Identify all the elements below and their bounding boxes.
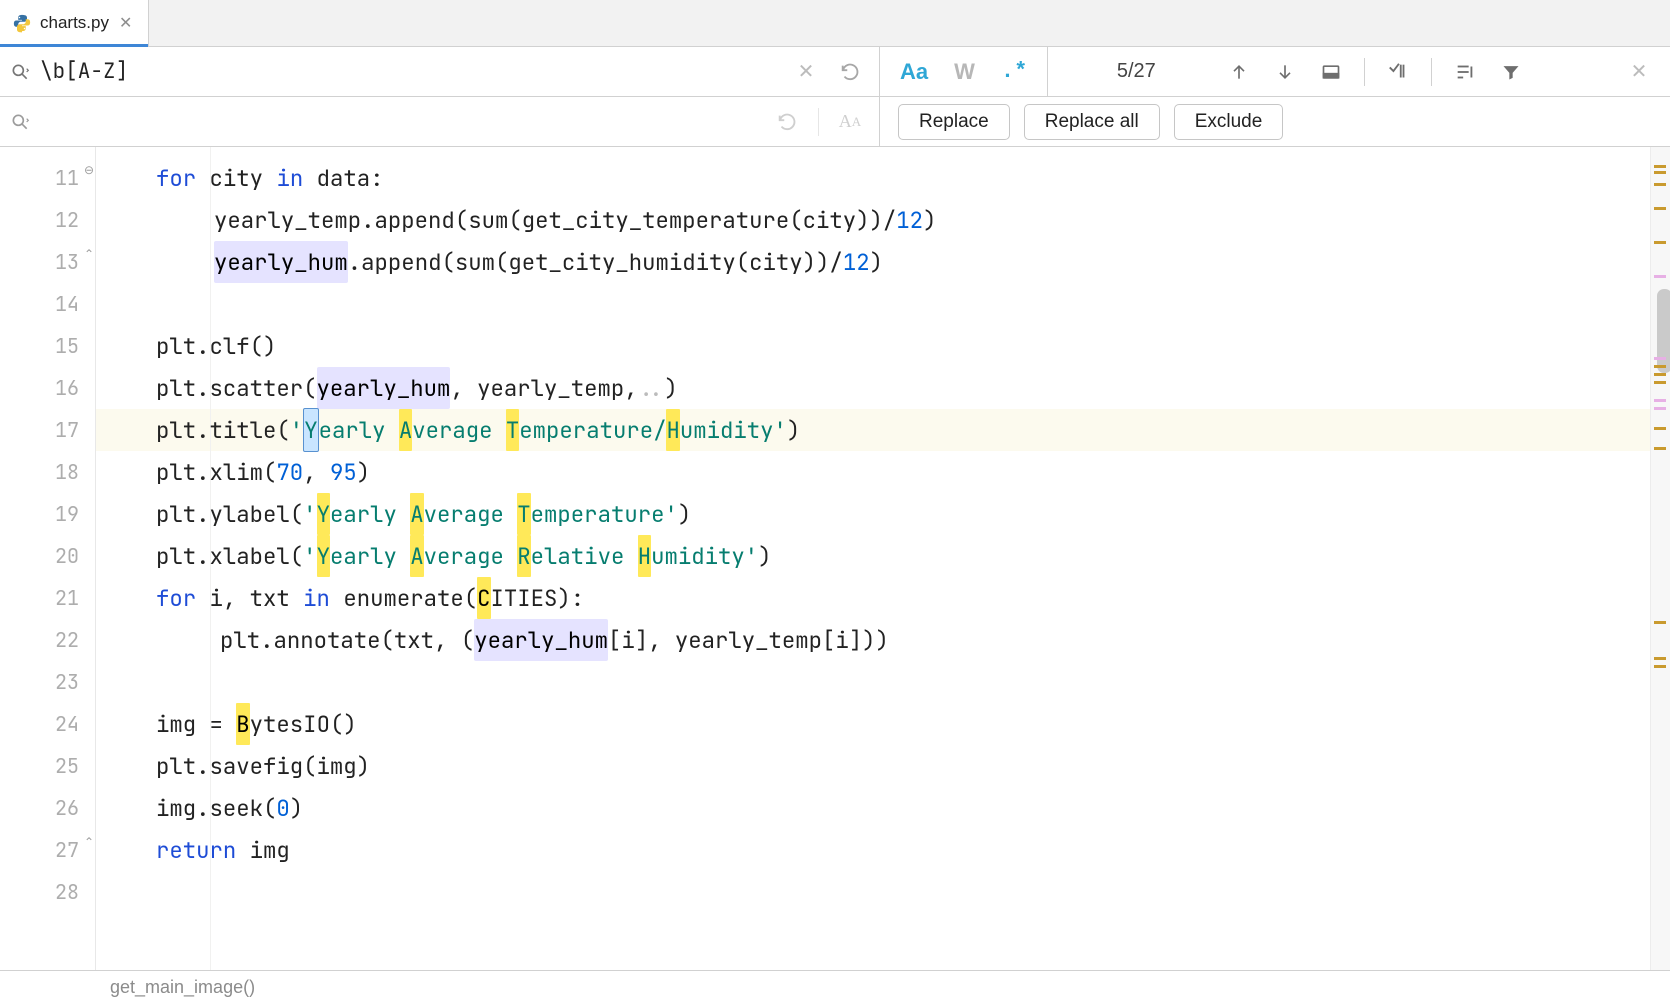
line-number: 23	[55, 661, 79, 703]
code-line[interactable]: plt.annotate(txt, (yearly_hum[i], yearly…	[96, 619, 1650, 661]
line-number: 18	[55, 451, 79, 493]
replace-button[interactable]: Replace	[898, 104, 1010, 140]
replace-input[interactable]	[40, 108, 758, 135]
replace-all-button[interactable]: Replace all	[1024, 104, 1160, 140]
toggle-whole-words[interactable]: W	[954, 59, 975, 85]
line-number: 25	[55, 745, 79, 787]
code-line[interactable]: plt.ylabel('Yearly Average Temperature')	[96, 493, 1650, 535]
line-number: 16	[55, 367, 79, 409]
gutter: 11 12 13 14 15 16 17 18 19 20 21 22 23 2…	[0, 147, 96, 970]
next-match-icon[interactable]	[1272, 59, 1298, 85]
find-input-container: ✕	[0, 47, 880, 96]
line-number: 28	[55, 871, 79, 913]
line-number: 27	[55, 829, 79, 871]
search-history-icon[interactable]	[837, 59, 863, 85]
marker-strip[interactable]	[1650, 147, 1670, 970]
prev-match-icon[interactable]	[1226, 59, 1252, 85]
show-options-icon[interactable]	[1452, 59, 1478, 85]
open-in-window-icon[interactable]	[1318, 59, 1344, 85]
exclude-button[interactable]: Exclude	[1174, 104, 1284, 140]
line-number: 22	[55, 619, 79, 661]
separator	[818, 108, 819, 136]
filter-icon[interactable]	[1498, 59, 1524, 85]
code-line[interactable]: return img	[96, 829, 1650, 871]
fold-close-icon[interactable]: ⌃	[84, 835, 94, 849]
tab-bar: charts.py ✕	[0, 0, 1670, 47]
status-bar: get_main_image()	[0, 970, 1670, 1004]
line-number: 11	[55, 157, 79, 199]
code-line[interactable]: yearly_hum.append(sum(get_city_humidity(…	[96, 241, 1650, 283]
find-input[interactable]	[40, 58, 777, 85]
code-line[interactable]: plt.title('Yearly Average Temperature/Hu…	[96, 409, 1650, 451]
close-icon[interactable]: ✕	[117, 13, 134, 33]
line-number: 21	[55, 577, 79, 619]
code-line[interactable]: plt.savefig(img)	[96, 745, 1650, 787]
line-number: 26	[55, 787, 79, 829]
find-toggles: Aa W .*	[880, 47, 1048, 96]
scrollbar-thumb[interactable]	[1657, 289, 1670, 373]
toggle-case-sensitive[interactable]: Aa	[900, 59, 928, 85]
line-number: 14	[55, 283, 79, 325]
line-number: 13	[55, 241, 79, 283]
toggle-regex[interactable]: .*	[1001, 59, 1027, 84]
replace-bar: AA Replace Replace all Exclude	[0, 97, 1670, 147]
line-number: 15	[55, 325, 79, 367]
close-find-icon[interactable]: ✕	[1626, 59, 1652, 85]
separator	[1431, 58, 1432, 86]
tab-label: charts.py	[40, 13, 109, 33]
code-line[interactable]: plt.scatter(yearly_hum, yearly_temp,..)	[96, 367, 1650, 409]
replace-history-icon[interactable]	[774, 109, 800, 135]
code-line[interactable]: plt.clf()	[96, 325, 1650, 367]
code-line[interactable]: img = BytesIO()	[96, 703, 1650, 745]
line-number: 12	[55, 199, 79, 241]
fold-open-icon[interactable]: ⊖	[84, 163, 94, 177]
line-number: 20	[55, 535, 79, 577]
clear-search-icon[interactable]: ✕	[793, 59, 819, 85]
separator	[1364, 58, 1365, 86]
code-line[interactable]: plt.xlabel('Yearly Average Relative Humi…	[96, 535, 1650, 577]
tab-charts[interactable]: charts.py ✕	[0, 0, 149, 46]
search-icon[interactable]	[0, 62, 40, 82]
find-bar: ✕ Aa W .* 5/27 ✕	[0, 47, 1670, 97]
code-line[interactable]: yearly_temp.append(sum(get_city_temperat…	[96, 199, 1650, 241]
editor: 11 12 13 14 15 16 17 18 19 20 21 22 23 2…	[0, 147, 1670, 970]
code-line[interactable]: for i, txt in enumerate(CITIES):	[96, 577, 1650, 619]
preserve-case-icon[interactable]: AA	[837, 109, 863, 135]
code-line[interactable]: plt.xlim(70, 95)	[96, 451, 1650, 493]
line-number: 17	[55, 409, 79, 451]
select-all-icon[interactable]	[1385, 59, 1411, 85]
python-file-icon	[12, 13, 32, 33]
code-line[interactable]: for city in data:	[96, 157, 1650, 199]
line-number: 19	[55, 493, 79, 535]
replace-search-icon[interactable]	[0, 112, 40, 132]
match-counter: 5/27	[1066, 60, 1206, 83]
line-number: 24	[55, 703, 79, 745]
fold-close-icon[interactable]: ⌃	[84, 247, 94, 261]
breadcrumb[interactable]: get_main_image()	[110, 977, 255, 998]
code-area[interactable]: for city in data: yearly_temp.append(sum…	[96, 147, 1650, 970]
code-line[interactable]: img.seek(0)	[96, 787, 1650, 829]
